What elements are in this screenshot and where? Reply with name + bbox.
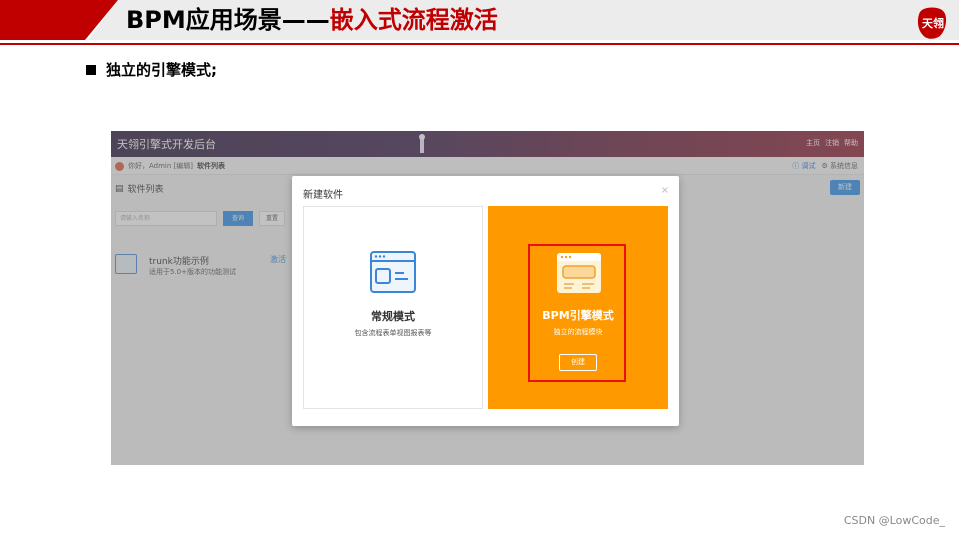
bullet-square-icon bbox=[86, 64, 96, 75]
brand-logo-icon: 天翎 bbox=[917, 7, 947, 39]
normal-mode-desc: 包含流程表单视图报表等 bbox=[354, 329, 432, 337]
title-prefix: BPM应用场景—— bbox=[126, 6, 330, 34]
title-highlight: 嵌入式流程激活 bbox=[329, 6, 498, 34]
bullet-point: 独立的引擎模式; bbox=[86, 59, 217, 80]
credit-watermark: CSDN @LowCode_ bbox=[843, 514, 945, 527]
new-software-modal: 新建软件 × 常规模式 包含流程表单视图报表等 BPM引擎模式 独立的流程模块 … bbox=[292, 176, 679, 426]
close-icon[interactable]: × bbox=[661, 185, 669, 196]
window-icon bbox=[370, 251, 416, 293]
bpm-mode-desc: 独立的流程模块 bbox=[553, 328, 603, 336]
create-button[interactable]: 创建 bbox=[559, 354, 597, 371]
modal-title: 新建软件 bbox=[303, 190, 343, 201]
bullet-text: 独立的引擎模式; bbox=[106, 61, 217, 79]
svg-text:天翎: 天翎 bbox=[922, 16, 944, 30]
bpm-mode-option[interactable]: BPM引擎模式 独立的流程模块 创建 bbox=[488, 206, 668, 409]
normal-mode-name: 常规模式 bbox=[371, 310, 415, 323]
slide: BPM应用场景——嵌入式流程激活 天翎 独立的引擎模式; 天翎引擎式开发后台 主… bbox=[0, 0, 959, 539]
normal-mode-option[interactable]: 常规模式 包含流程表单视图报表等 bbox=[303, 206, 483, 409]
slide-title: BPM应用场景——嵌入式流程激活 bbox=[126, 4, 498, 36]
bpm-window-icon bbox=[557, 253, 601, 293]
bpm-mode-name: BPM引擎模式 bbox=[542, 309, 614, 322]
banner-rule bbox=[0, 43, 959, 45]
